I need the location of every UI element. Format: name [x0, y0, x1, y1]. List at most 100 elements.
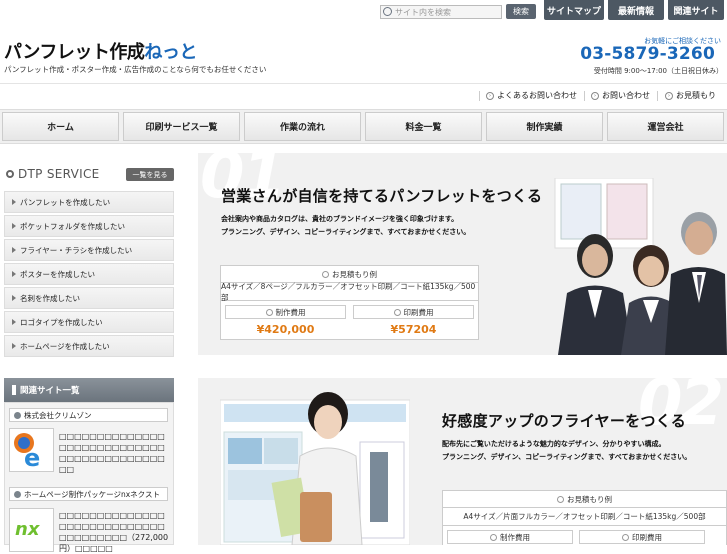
- related-sites-label: 関連サイト一覧: [20, 386, 80, 396]
- estimate-spec-row: A4サイズ／片面フルカラー／オフセット印刷／コート紙135kg／500部: [443, 508, 726, 526]
- sidebar-item-poster[interactable]: ポスターを作成したい: [4, 263, 174, 285]
- sidebar-item-logotype[interactable]: ロゴタイプを作成したい: [4, 311, 174, 333]
- site-logo[interactable]: パンフレット作成ねっと: [4, 38, 197, 64]
- related-site-name: 株式会社クリムゾン: [24, 410, 92, 420]
- estimate-title-row: お見積もり例: [443, 491, 726, 508]
- print-fee-label-cell: 印刷費用: [579, 530, 705, 544]
- estimate-spec-row: A4サイズ／8ページ／フルカラー／オフセット印刷／コート紙135kg／500部: [221, 281, 478, 302]
- info-icon: [622, 533, 629, 541]
- svg-text:nx: nx: [15, 519, 41, 540]
- sidebar-item-label: ホームページを作成したい: [20, 341, 110, 351]
- circle-icon: [6, 170, 14, 178]
- bullet-icon: [14, 411, 21, 419]
- sublink-separator: [584, 91, 585, 101]
- info-icon: [322, 270, 329, 278]
- info-icon: [393, 308, 401, 316]
- related-sites-heading: 関連サイト一覧: [4, 378, 174, 402]
- arrow-right-icon: [12, 319, 16, 325]
- related-site-description: □□□□□□□□□□□□□□□□□□□□□□□□□□□□□□□□□□□□□□□□…: [59, 432, 165, 474]
- nav-services[interactable]: 印刷サービス一覧: [123, 112, 240, 141]
- print-fee-label: 印刷費用: [403, 307, 434, 317]
- sublink-contact-label: お問い合わせ: [602, 91, 650, 100]
- dtp-service-heading: DTP SERVICE: [6, 167, 100, 181]
- view-all-button[interactable]: 一覧を見る: [126, 168, 174, 181]
- sublink-estimate[interactable]: › お見積もり: [665, 90, 716, 101]
- banner-title: 営業さんが自信を持てるパンフレットをつくる: [221, 187, 543, 205]
- search-button-label: 検索: [513, 7, 529, 16]
- estimate-spec: A4サイズ／片面フルカラー／オフセット印刷／コート紙135kg／500部: [463, 512, 706, 521]
- sidebar-item-homepage[interactable]: ホームページを作成したい: [4, 335, 174, 357]
- header-divider: [0, 83, 727, 84]
- phone-number: 03-5879-3260: [580, 44, 715, 64]
- topnav-news[interactable]: 最新情報: [608, 0, 664, 20]
- arrow-right-icon: [12, 247, 16, 253]
- search-icon: [383, 7, 392, 16]
- sidebar-item-label: ポケットフォルダを作成したい: [20, 221, 125, 231]
- sidebar-item-label: フライヤー・チラシを作成したい: [20, 245, 133, 255]
- info-icon: [490, 533, 497, 541]
- business-people-photo: [554, 178, 727, 355]
- topnav-related[interactable]: 関連サイト: [668, 0, 724, 20]
- related-site-crimson[interactable]: 株式会社クリムゾン: [9, 408, 168, 422]
- sublink-contact[interactable]: › お問い合わせ: [591, 90, 650, 101]
- nx-logo-image[interactable]: nx: [9, 508, 54, 552]
- design-fee-label: 制作費用: [275, 307, 306, 317]
- print-fee-label-cell: 印刷費用: [353, 305, 474, 319]
- banner-description-1: 配布先にご覧いただけるような魅力的なデザイン、分かりやすい構成。: [442, 440, 666, 448]
- estimate-example-table: お見積もり例 A4サイズ／片面フルカラー／オフセット印刷／コート紙135kg／5…: [442, 490, 727, 545]
- print-fee-price: ¥57204: [390, 323, 437, 336]
- search-button[interactable]: 検索: [506, 4, 536, 19]
- bullet-icon: [14, 490, 21, 498]
- sidebar-item-business-card[interactable]: 名刺を作成したい: [4, 287, 174, 309]
- view-all-label: 一覧を見る: [132, 170, 168, 179]
- nav-workflow[interactable]: 作業の流れ: [244, 112, 361, 141]
- browser-icon: e: [14, 433, 40, 472]
- related-site-name: ホームページ制作パッケージnxネクスト: [24, 489, 160, 499]
- related-site-nxnext[interactable]: ホームページ制作パッケージnxネクスト: [9, 487, 168, 501]
- estimate-title: お見積もり例: [332, 269, 377, 279]
- banner-description-2: プランニング、デザイン、コピーライティングまで、すべておまかせください。: [221, 228, 471, 236]
- sidebar-item-flyer[interactable]: フライヤー・チラシを作成したい: [4, 239, 174, 261]
- browser-logo-image[interactable]: e: [9, 428, 54, 472]
- estimate-example-table: お見積もり例 A4サイズ／8ページ／フルカラー／オフセット印刷／コート紙135k…: [220, 265, 479, 340]
- sublink-faq[interactable]: › よくあるお問い合わせ: [486, 90, 577, 101]
- arrow-circle-icon: ›: [665, 91, 673, 100]
- banner-description-2: プランニング、デザイン、コピーライティングまで、すべておまかせください。: [442, 453, 692, 461]
- design-fee-price: ¥420,000: [256, 323, 315, 336]
- flyer-woman-photo: [220, 392, 410, 545]
- sidebar-item-pamphlet[interactable]: パンフレットを作成したい: [4, 191, 174, 213]
- logo-main: パンフレット作成: [4, 42, 145, 63]
- sublink-estimate-label: お見積もり: [676, 91, 716, 100]
- sublink-separator: [479, 91, 480, 101]
- svg-text:e: e: [24, 444, 40, 471]
- business-hours: 受付時間 9:00～17:00（土日祝日休み）: [593, 67, 723, 75]
- estimate-spec: A4サイズ／8ページ／フルカラー／オフセット印刷／コート紙135kg／500部: [221, 281, 476, 302]
- sidebar-item-label: ポスターを作成したい: [20, 269, 95, 279]
- bar-icon: [12, 385, 16, 395]
- tagline: パンフレット作成・ポスター作成・広告作成のことなら何でもお任せください: [4, 65, 267, 74]
- estimate-title: お見積もり例: [567, 494, 612, 504]
- sidebar-item-pocket-folder[interactable]: ポケットフォルダを作成したい: [4, 215, 174, 237]
- banner-pamphlet[interactable]: 01 営業さんが自信を持てるパンフレットをつくる 会社案内や商品カタログは、貴社…: [198, 153, 727, 355]
- sublink-faq-label: よくあるお問い合わせ: [497, 91, 577, 100]
- sidebar-item-label: 名刺を作成したい: [20, 293, 80, 303]
- banner-title: 好感度アップのフライヤーをつくる: [442, 412, 687, 430]
- arrow-right-icon: [12, 223, 16, 229]
- search-input[interactable]: サイト内を検索: [380, 5, 502, 19]
- print-fee-label: 印刷費用: [632, 532, 662, 542]
- design-fee-label-cell: 制作費用: [447, 530, 573, 544]
- sidebar-item-label: ロゴタイプを作成したい: [20, 317, 103, 327]
- sidebar-item-label: パンフレットを作成したい: [20, 197, 111, 207]
- banner-flyer[interactable]: 02 好感度アップのフライヤーをつくる 配布先にご覧いただけるような魅力的なデザ…: [198, 378, 727, 545]
- nav-company[interactable]: 運営会社: [607, 112, 724, 141]
- arrow-circle-icon: ›: [591, 91, 599, 100]
- arrow-right-icon: [12, 343, 16, 349]
- arrow-right-icon: [12, 271, 16, 277]
- nav-works[interactable]: 制作実績: [486, 112, 603, 141]
- info-icon: [265, 308, 273, 316]
- logo-net: ねっと: [144, 42, 197, 63]
- nav-pricing[interactable]: 料金一覧: [365, 112, 482, 141]
- nav-home[interactable]: ホーム: [2, 112, 119, 141]
- related-site-description: □□□□□□□□□□□□□□□□□□□□□□□□□□□□□□□□□□□□□（27…: [59, 511, 169, 553]
- topnav-sitemap[interactable]: サイトマップ: [544, 0, 604, 20]
